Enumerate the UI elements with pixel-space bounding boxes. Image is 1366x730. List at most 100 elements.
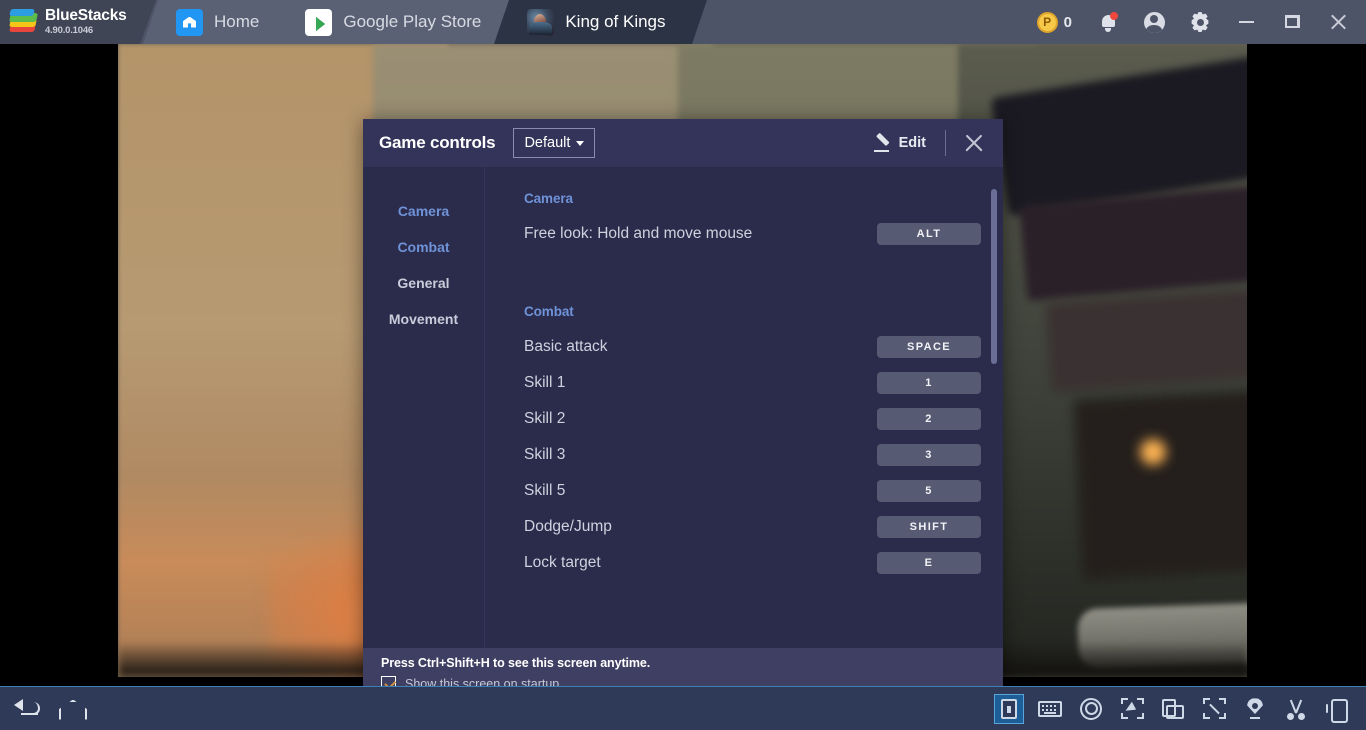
- location-button[interactable]: [1240, 694, 1270, 724]
- shake-device-button[interactable]: [1322, 694, 1352, 724]
- dialog-body: Camera Combat General Movement Camera Fr…: [363, 167, 1003, 648]
- section-header-camera: Camera: [524, 191, 573, 206]
- rotate-screen-button[interactable]: [1158, 694, 1188, 724]
- game-controls-dialog: Game controls Default Edit Camera Combat…: [363, 119, 1003, 686]
- keyboard-button[interactable]: [1035, 694, 1065, 724]
- binding-key-button[interactable]: ALT: [877, 223, 981, 245]
- macro-recorder-button[interactable]: [1076, 694, 1106, 724]
- nav-item-combat[interactable]: Combat: [363, 229, 484, 265]
- multi-select-button[interactable]: [1117, 694, 1147, 724]
- scrollbar-thumb[interactable]: [991, 189, 997, 364]
- binding-row[interactable]: Dodge/Jump SHIFT: [524, 509, 981, 545]
- binding-action-label: Skill 2: [524, 410, 566, 427]
- bluestacks-logo-icon: [9, 9, 38, 35]
- google-play-icon: [305, 8, 333, 36]
- game-controls-button[interactable]: [994, 693, 1024, 724]
- binding-row[interactable]: Skill 2 2: [524, 401, 981, 437]
- binding-row[interactable]: Free look: Hold and move mouse ALT: [524, 216, 981, 252]
- maximize-button[interactable]: [1270, 0, 1314, 44]
- multi-select-cursor-icon: [1120, 698, 1144, 719]
- brand-name: BlueStacks: [45, 7, 127, 25]
- tab-strip: Home Google Play Store King of Kings: [142, 0, 707, 44]
- points-coin-icon: P: [1036, 11, 1058, 33]
- binding-row[interactable]: Lock target E: [524, 545, 981, 581]
- home-button[interactable]: [56, 694, 86, 724]
- edit-controls-button[interactable]: Edit: [864, 131, 936, 156]
- binding-row[interactable]: Skill 1 1: [524, 365, 981, 401]
- binding-key-button[interactable]: SPACE: [877, 336, 981, 358]
- back-icon: [14, 698, 40, 718]
- binding-action-label: Skill 5: [524, 482, 566, 499]
- scissors-screenshot-icon: [1285, 698, 1307, 720]
- gear-icon: [1190, 12, 1210, 32]
- dialog-title: Game controls: [379, 133, 496, 152]
- binding-key-button[interactable]: 2: [877, 408, 981, 430]
- rotate-screen-icon: [1162, 698, 1184, 719]
- maximize-icon: [1285, 15, 1300, 28]
- settings-button[interactable]: [1178, 0, 1222, 44]
- binding-key-button[interactable]: 1: [877, 372, 981, 394]
- dialog-close-button[interactable]: [959, 128, 989, 158]
- binding-action-label: Lock target: [524, 554, 601, 571]
- points-value: 0: [1063, 13, 1072, 31]
- title-bar: BlueStacks 4.90.0.1046 Home Google Play …: [0, 0, 1366, 44]
- binding-key-button[interactable]: 5: [877, 480, 981, 502]
- tab-google-play-store[interactable]: Google Play Store: [272, 0, 523, 44]
- pencil-icon: [873, 135, 891, 152]
- nav-item-movement[interactable]: Movement: [363, 301, 484, 337]
- tab-home[interactable]: Home: [142, 0, 301, 44]
- nav-item-label: General: [397, 275, 450, 291]
- shortcut-hint: Press Ctrl+Shift+H to see this screen an…: [381, 656, 651, 670]
- show-on-startup-checkbox[interactable]: Show this screen on startup: [381, 676, 1003, 686]
- account-button[interactable]: [1132, 0, 1176, 44]
- nav-item-label: Camera: [397, 203, 450, 219]
- fullscreen-button[interactable]: [1199, 694, 1229, 724]
- binding-row[interactable]: Skill 3 3: [524, 437, 981, 473]
- title-bar-actions: P 0: [1031, 0, 1366, 44]
- minimize-icon: [1238, 21, 1254, 23]
- dialog-scrollbar[interactable]: [991, 189, 997, 609]
- control-profile-value: Default: [524, 135, 571, 151]
- back-button[interactable]: [12, 694, 42, 724]
- binding-action-label: Skill 3: [524, 446, 566, 463]
- dialog-footer: Press Ctrl+Shift+H to see this screen an…: [363, 648, 1003, 686]
- binding-key-button[interactable]: E: [877, 552, 981, 574]
- nav-item-general[interactable]: General: [363, 265, 484, 301]
- points-button[interactable]: P 0: [1031, 11, 1084, 33]
- binding-key-button[interactable]: SHIFT: [877, 516, 981, 538]
- dialog-bindings-list: Camera Free look: Hold and move mouse AL…: [485, 167, 1003, 648]
- bluestacks-window: BlueStacks 4.90.0.1046 Home Google Play …: [0, 0, 1366, 730]
- screenshot-button[interactable]: [1281, 694, 1311, 724]
- minimize-button[interactable]: [1224, 0, 1268, 44]
- king-of-kings-app-icon: [527, 8, 555, 36]
- close-window-button[interactable]: [1316, 0, 1360, 44]
- nav-item-camera[interactable]: Camera: [363, 193, 484, 229]
- tab-label: Home: [214, 12, 260, 31]
- binding-action-label: Free look: Hold and move mouse: [524, 225, 753, 242]
- account-avatar-icon: [1143, 11, 1165, 33]
- tab-label: Google Play Store: [343, 12, 482, 31]
- binding-row[interactable]: Skill 5 5: [524, 473, 981, 509]
- binding-action-label: Basic attack: [524, 338, 608, 355]
- game-stage: Game controls Default Edit Camera Combat…: [0, 44, 1366, 686]
- shake-device-icon: [1326, 698, 1348, 723]
- tab-king-of-kings[interactable]: King of Kings: [494, 0, 707, 44]
- binding-action-label: Skill 1: [524, 374, 566, 391]
- brand-version: 4.90.0.1046: [45, 24, 93, 36]
- home-icon: [58, 700, 84, 718]
- header-divider: [945, 130, 946, 156]
- notifications-button[interactable]: [1086, 0, 1130, 44]
- control-profile-select[interactable]: Default: [513, 128, 596, 158]
- checkbox-icon[interactable]: [381, 676, 396, 686]
- bell-icon: [1101, 12, 1118, 32]
- tab-label: King of Kings: [565, 12, 666, 31]
- bottom-toolbar: [0, 686, 1366, 730]
- keyboard-icon: [1038, 700, 1062, 717]
- nav-item-label: Movement: [388, 311, 459, 327]
- dialog-header: Game controls Default Edit: [363, 119, 1003, 167]
- binding-row[interactable]: Basic attack SPACE: [524, 329, 981, 365]
- section-header-combat: Combat: [524, 304, 574, 319]
- checkbox-label: Show this screen on startup: [405, 676, 560, 687]
- nav-item-label: Combat: [397, 239, 450, 255]
- binding-key-button[interactable]: 3: [877, 444, 981, 466]
